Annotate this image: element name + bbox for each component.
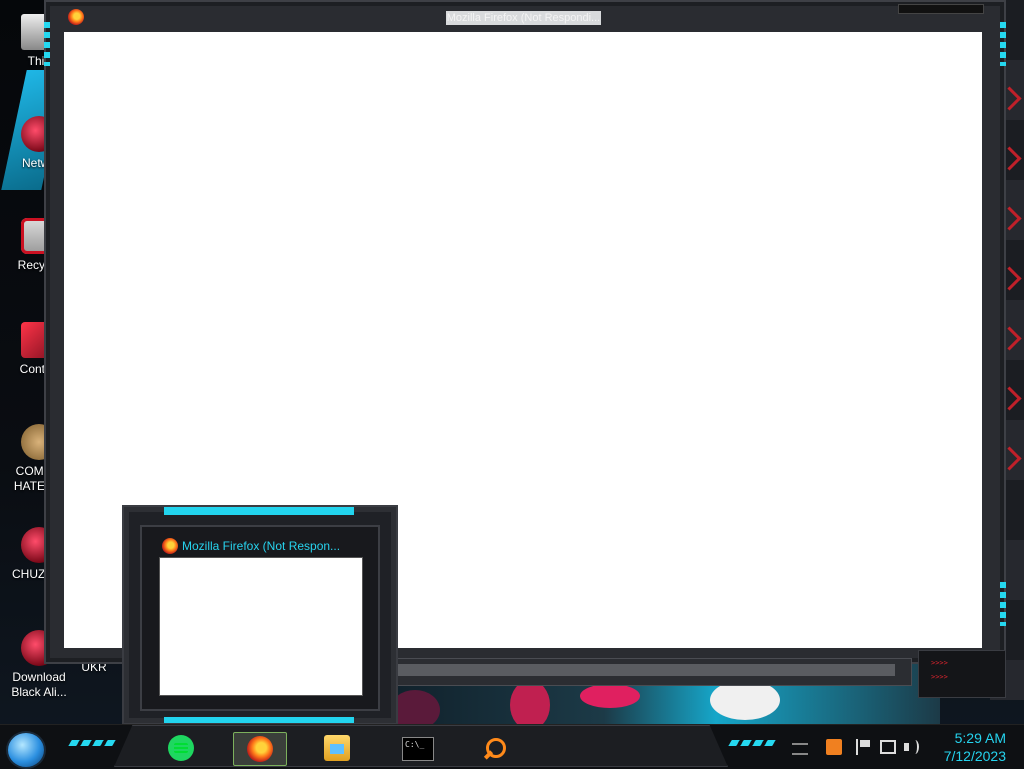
wallpaper-shape <box>510 680 550 730</box>
desktop-icon-label: Download Black Ali... <box>11 670 67 699</box>
preview-title: Mozilla Firefox (Not Respon... <box>182 539 341 553</box>
hud-marker: >>>> <box>931 659 948 667</box>
frame-accent <box>1000 582 1006 626</box>
show-desktop-icon[interactable] <box>792 743 808 755</box>
window-status-bar <box>390 658 912 686</box>
frame-accent <box>1000 22 1006 66</box>
start-button[interactable] <box>6 731 46 769</box>
taskbar-app-file-explorer[interactable] <box>311 732 363 764</box>
hud-marker: >>>> <box>931 673 948 681</box>
taskbar: C:\_ 5:29 AM 7/12/2023 <box>0 724 1024 769</box>
firefox-icon <box>247 736 273 762</box>
frame-accent <box>44 22 50 66</box>
taskbar-clock[interactable]: 5:29 AM 7/12/2023 <box>930 729 1006 765</box>
frame-accent <box>164 717 354 723</box>
clock-date: 7/12/2023 <box>943 748 1006 764</box>
taskbar-preview-popup[interactable]: Mozilla Firefox (Not Respon... <box>122 505 398 725</box>
volume-icon[interactable] <box>904 739 920 755</box>
hud-panel: >>>> >>>> <box>918 650 1006 698</box>
file-explorer-icon <box>324 735 350 761</box>
firefox-icon <box>162 538 178 554</box>
status-progress-bar <box>395 664 895 676</box>
spotify-icon <box>168 735 194 761</box>
firefox-icon <box>68 9 84 25</box>
cmd-glyph: C:\_ <box>405 740 425 749</box>
preview-thumbnail[interactable] <box>159 557 363 696</box>
network-icon[interactable] <box>880 740 896 754</box>
window-titlebar[interactable]: Mozilla Firefox (Not Respondi... <box>46 2 1004 32</box>
wallpaper-shape <box>580 684 640 708</box>
search-icon <box>480 735 506 761</box>
taskbar-accent <box>728 740 776 746</box>
frame-accent <box>164 507 354 515</box>
taskbar-app-command-prompt[interactable]: C:\_ <box>389 732 441 764</box>
taskbar-app-search[interactable] <box>467 732 519 764</box>
taskbar-app-firefox[interactable] <box>233 732 287 766</box>
taskbar-app-dock: C:\_ <box>114 725 728 767</box>
taskbar-accent <box>68 740 116 746</box>
taskbar-app-spotify[interactable] <box>155 732 207 764</box>
window-controls[interactable] <box>898 4 984 14</box>
wallpaper-shape <box>710 680 780 720</box>
command-prompt-icon: C:\_ <box>402 737 434 761</box>
clock-time: 5:29 AM <box>954 730 1006 746</box>
flag-icon[interactable] <box>856 739 874 755</box>
window-title: Mozilla Firefox (Not Respondi... <box>446 11 601 25</box>
upload-icon[interactable] <box>826 739 842 755</box>
